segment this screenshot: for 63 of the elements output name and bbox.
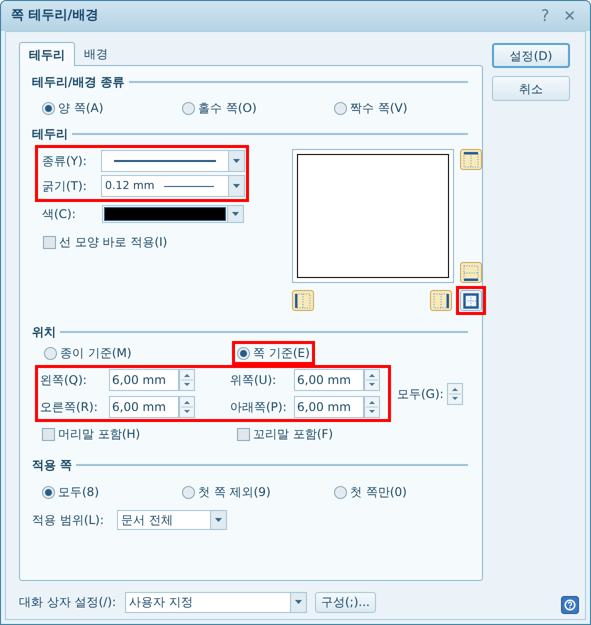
field-label: 위쪽(U): — [230, 372, 278, 389]
all-borders-button[interactable] — [460, 290, 482, 311]
radio-button[interactable] — [334, 102, 347, 114]
number-field[interactable]: 6,00 mm — [109, 396, 179, 418]
field-label: 굵기(T): — [42, 178, 88, 195]
radio-button[interactable] — [42, 486, 55, 498]
spin-button[interactable] — [179, 369, 195, 391]
radio-label: 쪽 기준(E) — [253, 345, 310, 362]
radio-button[interactable] — [42, 102, 55, 114]
section-heading: 적용 쪽 — [32, 457, 72, 474]
radio-button[interactable] — [237, 346, 250, 360]
dialog-button[interactable]: 취소 — [492, 76, 570, 101]
checkbox-label: 꼬리말 포함(F) — [253, 426, 334, 443]
radio-label: 종이 기준(M) — [60, 345, 132, 362]
field-label: 적용 범위(L): — [32, 512, 105, 529]
radio-label: 짝수 쪽(V) — [350, 100, 408, 117]
spin-button[interactable] — [364, 369, 380, 391]
radio-button[interactable] — [182, 102, 195, 114]
radio-button[interactable] — [182, 486, 195, 498]
checkbox[interactable] — [237, 428, 250, 440]
section-heading: 테두리 — [32, 126, 68, 143]
checkbox-label: 머리말 포함(H) — [58, 426, 140, 443]
radio-label: 첫 쪽만(0) — [350, 484, 407, 501]
number-field[interactable]: 6,00 mm — [294, 396, 364, 418]
bottom-border-button[interactable] — [460, 262, 482, 283]
field-label: 아래쪽(P): — [230, 399, 288, 416]
right-border-button[interactable] — [430, 290, 452, 311]
number-field[interactable]: 6,00 mm — [294, 369, 364, 391]
checkbox[interactable] — [42, 428, 55, 440]
tab[interactable]: 배경 — [75, 43, 117, 65]
field-label: 왼쪽(Q): — [40, 372, 88, 389]
checkbox[interactable] — [43, 236, 56, 248]
color-dropdown[interactable] — [102, 205, 244, 223]
field-value: 0.12 mm — [105, 178, 154, 194]
dialog-button[interactable]: 설정(D) — [492, 43, 570, 68]
dropdown-field[interactable]: 0.12 mm — [101, 175, 245, 197]
left-border-button[interactable] — [292, 290, 314, 311]
section-heading: 위치 — [32, 324, 56, 341]
dropdown-field[interactable]: 사용자 지정 — [125, 592, 307, 612]
number-field[interactable]: 6,00 mm — [109, 369, 179, 391]
field-label: 색(C): — [42, 206, 77, 223]
configure-button[interactable]: 구성(;)... — [315, 592, 376, 612]
dropdown-field[interactable] — [101, 150, 245, 172]
help-icon[interactable] — [561, 596, 579, 614]
field-label: 대화 상자 설정(/): — [19, 594, 118, 611]
field-label: 오른쪽(R): — [40, 399, 99, 416]
tab[interactable]: 테두리 — [19, 42, 75, 66]
radio-label: 양 쪽(A) — [58, 100, 104, 117]
spin-button[interactable] — [364, 396, 380, 418]
radio-label: 모두(8) — [58, 484, 99, 501]
radio-label: 홀수 쪽(O) — [198, 100, 257, 117]
radio-button[interactable] — [44, 346, 57, 360]
spin-button[interactable] — [179, 396, 195, 418]
spin-button[interactable] — [446, 382, 463, 404]
field-label: 모두(G): — [397, 386, 444, 402]
dropdown-field[interactable]: 문서 전체 — [117, 510, 227, 530]
checkbox-label: 선 모양 바로 적용(I) — [59, 234, 168, 251]
radio-label: 첫 쪽 제외(9) — [198, 484, 271, 501]
top-border-button[interactable] — [460, 149, 482, 170]
window-title: 쪽 테두리/배경 — [11, 7, 100, 26]
section-heading: 테두리/배경 종류 — [32, 74, 125, 91]
field-label: 종류(Y): — [42, 153, 88, 170]
radio-button[interactable] — [334, 486, 347, 498]
